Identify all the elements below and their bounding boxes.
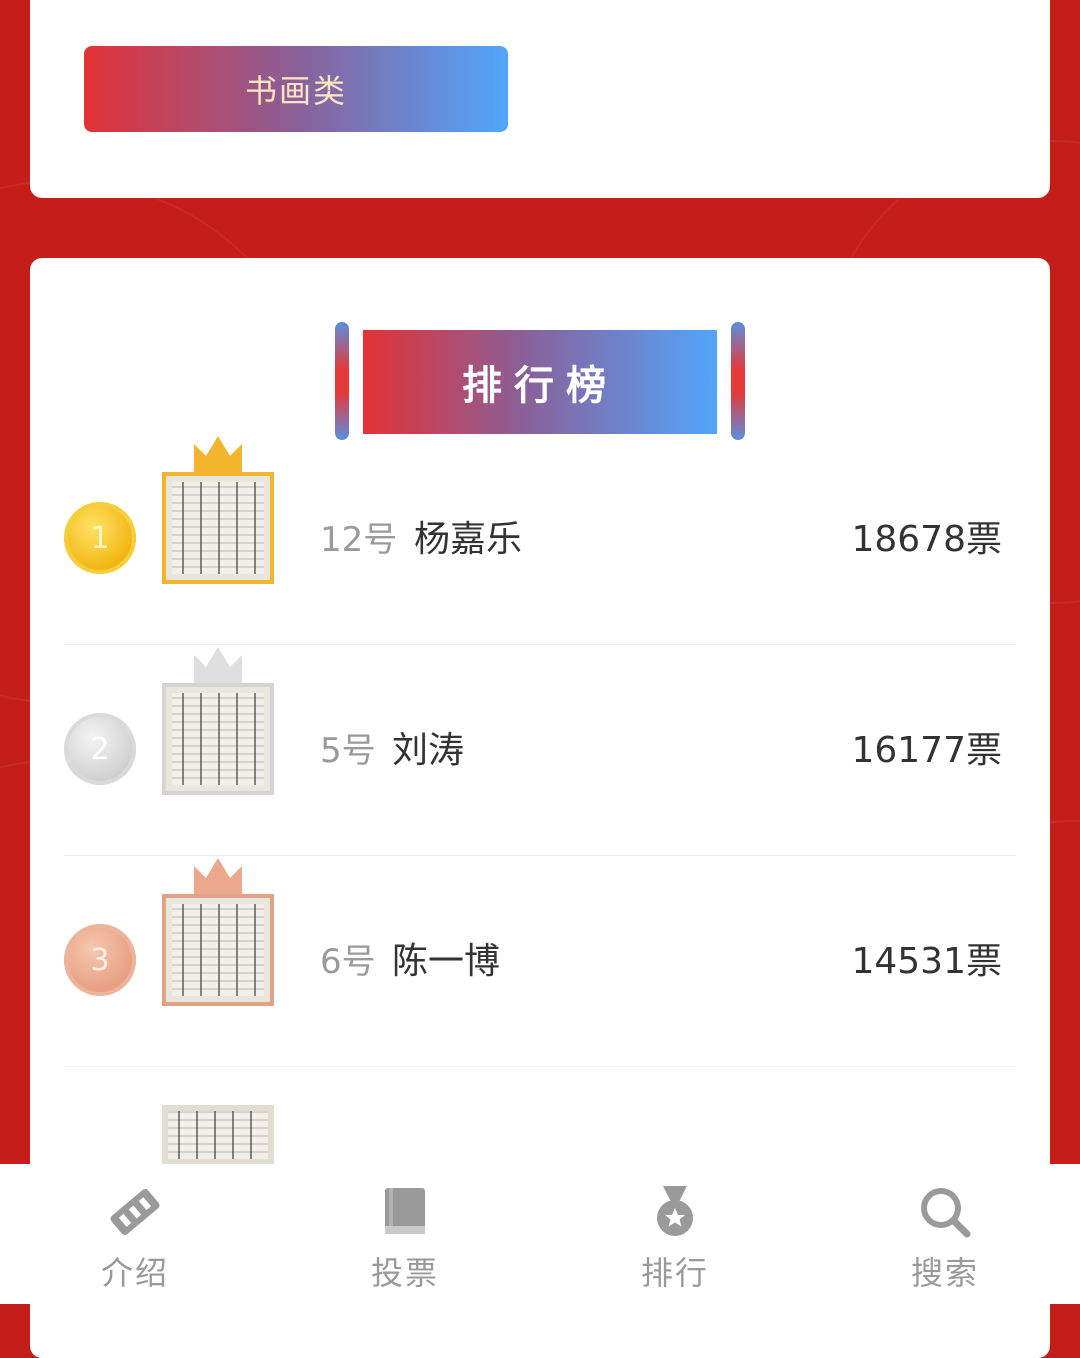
tab-intro[interactable]: 介绍 [0,1164,270,1304]
crown-icon [194,436,242,472]
tab-label: 搜索 [910,1254,979,1292]
tab-vote[interactable]: 投票 [270,1164,540,1304]
category-button[interactable]: 书画类 [84,46,508,132]
vote-count: 16177票 [851,730,1002,771]
tab-label: 排行 [640,1254,709,1292]
scroll-rod-left [335,322,349,440]
tab-label: 投票 [370,1254,439,1292]
bottom-tab-bar: 介绍 投票 排行 搜索 [0,1164,1080,1304]
vote-count: 18678票 [851,519,1002,560]
ranking-row[interactable]: 1 12号 杨嘉乐 18678票 [64,434,1016,645]
tab-ranking[interactable]: 排行 [540,1164,810,1304]
ranking-list: 1 12号 杨嘉乐 18678票 2 5号 刘涛 16177票 3 6号 陈一博… [64,434,1016,1187]
crown-icon [194,858,242,894]
category-card: 书画类 [30,0,1050,198]
entry-name: 刘涛 [392,730,465,771]
tab-search[interactable]: 搜索 [810,1164,1080,1304]
ticket-icon [110,1189,160,1235]
vote-count: 14531票 [851,941,1002,982]
medal-icon [657,1186,693,1236]
ranking-row[interactable]: 3 6号 陈一博 14531票 [64,856,1016,1067]
ranking-row[interactable]: 2 5号 刘涛 16177票 [64,645,1016,856]
ranking-title: 排行榜 [363,330,717,434]
entry-thumbnail[interactable] [162,894,274,1006]
entry-name: 杨嘉乐 [414,519,523,560]
entry-name: 陈一博 [392,941,501,982]
silver-medal-icon: 2 [64,713,136,785]
bronze-medal-icon: 3 [64,924,136,996]
scroll-rod-right [731,322,745,440]
entry-thumbnail[interactable] [162,683,274,795]
crown-icon [194,647,242,683]
tab-label: 介绍 [100,1254,169,1292]
entry-number: 5号 [320,731,376,771]
entry-number: 6号 [320,942,376,982]
gold-medal-icon: 1 [64,502,136,574]
book-icon [385,1188,425,1234]
entry-thumbnail[interactable] [162,472,274,584]
search-icon [921,1188,971,1238]
entry-thumbnail[interactable] [162,1105,274,1165]
entry-number: 12号 [320,520,398,560]
ranking-banner: 排行榜 [335,322,745,442]
